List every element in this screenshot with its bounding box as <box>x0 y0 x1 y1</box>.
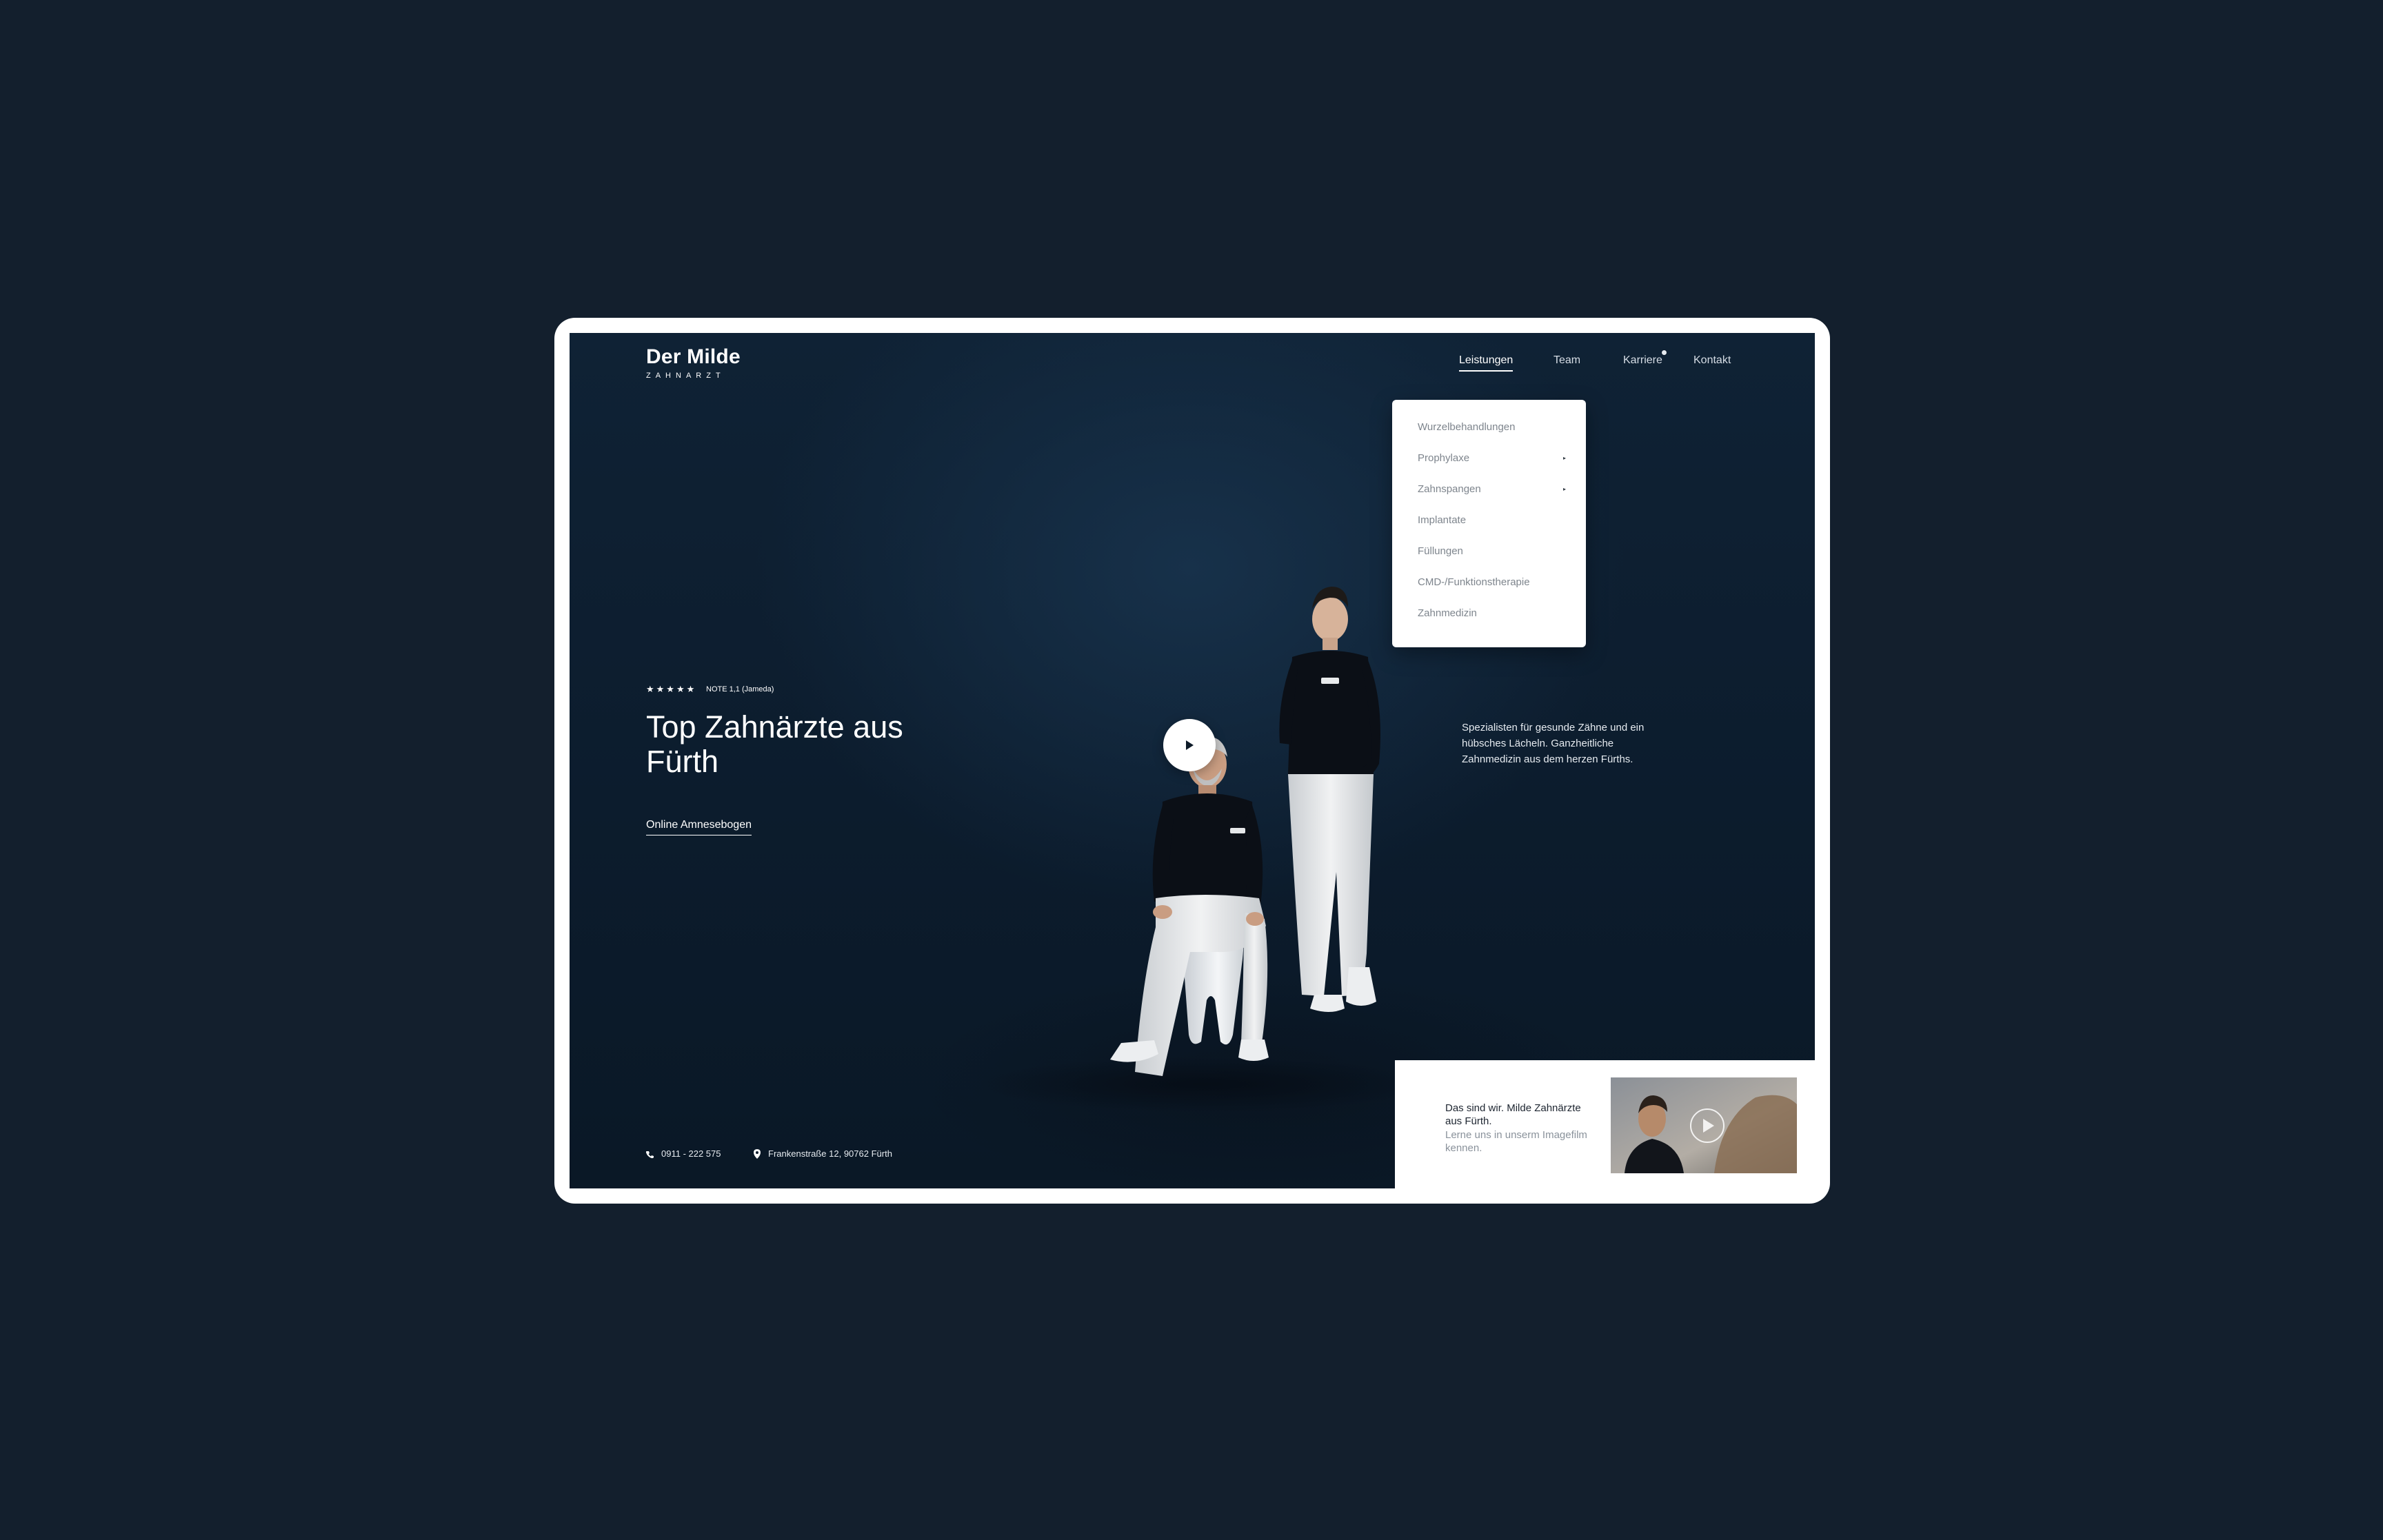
play-video-button[interactable] <box>1163 719 1216 771</box>
amnesebogen-link[interactable]: Online Amnesebogen <box>646 818 752 835</box>
video-card-subtitle: Lerne uns in unserm Imagefilm kennen. <box>1445 1129 1587 1154</box>
nav-item-leistungen[interactable]: Leistungen <box>1459 352 1514 372</box>
star-icons: ★★★★★ <box>646 684 697 694</box>
contact-address[interactable]: Frankenstraße 12, 90762 Fürth <box>753 1148 892 1160</box>
nav-item-kontakt[interactable]: Kontakt <box>1693 352 1731 369</box>
main-nav: Leistungen Team Karriere Kontakt <box>1459 349 1749 373</box>
rating-text: NOTE 1,1 (Jameda) <box>706 685 774 693</box>
logo-subtitle: ZAHNARZT <box>646 372 725 380</box>
nav-item-team[interactable]: Team <box>1554 352 1580 369</box>
location-pin-icon <box>754 1149 761 1159</box>
nav-item-karriere[interactable]: Karriere <box>1623 352 1662 369</box>
phone-number: 0911 - 222 575 <box>661 1148 721 1159</box>
video-card-title: Das sind wir. Milde Zahnärzte aus Fürth. <box>1445 1102 1581 1127</box>
menu-item-prophylaxe[interactable]: Prophylaxe ▸ <box>1418 448 1566 469</box>
hero-title: Top Zahnärzte aus Fürth <box>646 709 903 779</box>
image-film-card: Das sind wir. Milde Zahnärzte aus Fürth.… <box>1395 1060 1815 1188</box>
dentists-photo <box>976 587 1431 1112</box>
logo-name: Der Milde <box>646 345 741 368</box>
menu-item-zahnspangen[interactable]: Zahnspangen ▸ <box>1418 479 1566 500</box>
menu-item-label: Wurzelbehandlungen <box>1418 421 1516 433</box>
device-frame: Der Milde ZAHNARZT Leistungen Team Karri… <box>554 318 1830 1204</box>
menu-item-label: Zahnspangen <box>1418 483 1481 495</box>
contact-phone[interactable]: 0911 - 222 575 <box>645 1148 721 1160</box>
karriere-badge <box>1661 349 1667 356</box>
image-film-thumbnail[interactable] <box>1611 1077 1797 1173</box>
menu-item-wurzelbehandlungen[interactable]: Wurzelbehandlungen <box>1418 417 1566 438</box>
website-screen: Der Milde ZAHNARZT Leistungen Team Karri… <box>570 333 1815 1188</box>
submenu-arrow-icon: ▸ <box>1562 455 1566 461</box>
logo[interactable]: Der Milde ZAHNARZT <box>646 345 741 381</box>
submenu-arrow-icon: ▸ <box>1562 486 1566 492</box>
menu-item-label: Prophylaxe <box>1418 452 1470 464</box>
address-text: Frankenstraße 12, 90762 Fürth <box>768 1148 892 1159</box>
phone-icon <box>645 1151 654 1159</box>
play-icon <box>1186 740 1194 750</box>
menu-item-label: Implantate <box>1418 514 1467 526</box>
tagline: Spezialisten für gesunde Zähne und ein h… <box>1462 722 1645 765</box>
